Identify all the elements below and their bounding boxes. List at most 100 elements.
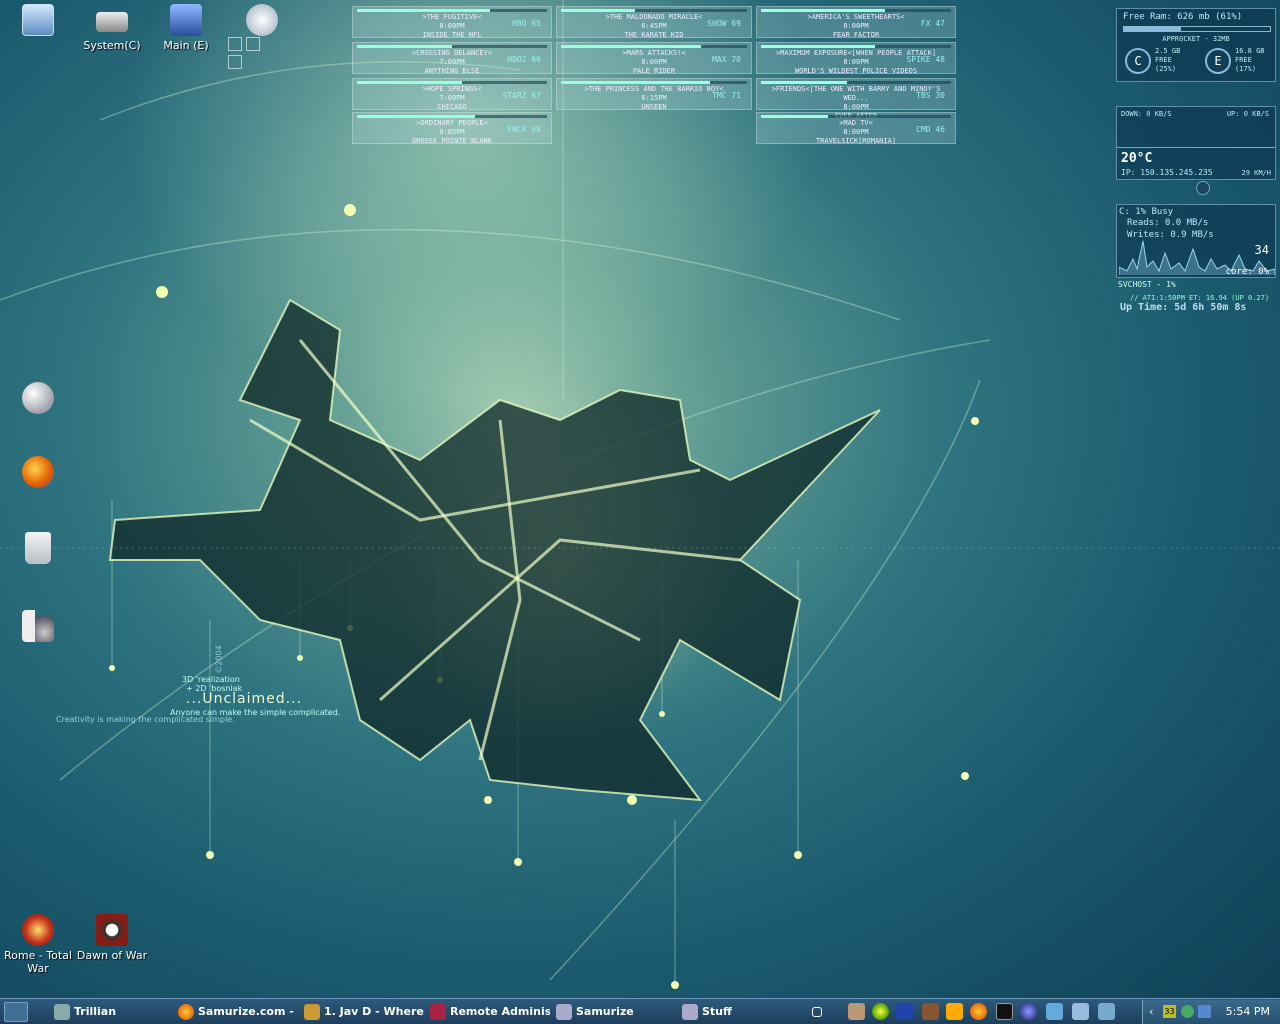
drive-e-info: 16.8 GB FREE (17%) bbox=[1235, 47, 1265, 73]
tools-icon[interactable] bbox=[1072, 1003, 1089, 1020]
wrench-icon[interactable] bbox=[1098, 1003, 1115, 1020]
knob-icon bbox=[1196, 181, 1210, 195]
my-computer-icon[interactable] bbox=[0, 4, 76, 39]
runner-icon[interactable] bbox=[946, 1003, 963, 1020]
dawn-label: Dawn of War bbox=[76, 949, 148, 962]
taskbar-item-samurize-site[interactable]: Samurize.com - ... bbox=[176, 1002, 298, 1022]
firefox-icon[interactable] bbox=[0, 456, 76, 491]
start-button[interactable] bbox=[4, 1002, 28, 1022]
cpu-disk-monitor: C: 1% Busy Reads: 0.0 MB/s Writes: 0.9 M… bbox=[1116, 204, 1276, 278]
core-usage: core: 0% bbox=[1225, 267, 1269, 277]
tv-guide-entry[interactable]: >AMERICA'S SWEETHEARTS< 8:00PM FEAR FACTOR… bbox=[756, 6, 956, 39]
rome-label: Rome - Total War bbox=[3, 949, 72, 975]
tv-guide-entry[interactable]: >THE FUGITIVE< 8:00PM INSIDE THE NFL HBO 6… bbox=[352, 6, 552, 39]
skull-icon bbox=[96, 914, 128, 946]
tv-guide-entry[interactable]: >CROSSING DELANCEY< 7:00PM ANYTHING ELSE H… bbox=[352, 42, 552, 75]
taskbar-item-winamp[interactable]: 1. Jav D - Where... bbox=[302, 1002, 424, 1022]
main-e-label: Main (E) bbox=[163, 39, 209, 52]
word-icon[interactable] bbox=[896, 1003, 913, 1020]
rome-total-war-icon[interactable]: Rome - Total War bbox=[0, 914, 76, 975]
trash-icon bbox=[25, 532, 51, 564]
taskbar-item-trillian[interactable]: Trillian bbox=[52, 1002, 170, 1022]
wallpaper-title: ...Unclaimed... bbox=[186, 691, 303, 707]
winamp-icon bbox=[304, 1004, 320, 1020]
network-monitor: DOWN: 0 KB/S UP: 0 KB/S 20°C IP: 150.135… bbox=[1116, 106, 1276, 180]
hard-drive-icon bbox=[96, 12, 128, 32]
upload-rate: UP: 0 KB/S bbox=[1226, 110, 1269, 118]
mail-icon[interactable] bbox=[224, 4, 300, 39]
firefox-icon[interactable] bbox=[970, 1003, 987, 1020]
dawn-of-war-icon[interactable]: Dawn of War bbox=[74, 914, 150, 962]
tv-guide-entry[interactable]: >THE MALDONADO MIRACLE< 6:45PM THE KARATE … bbox=[556, 6, 752, 39]
globe-icon bbox=[22, 382, 54, 414]
download-rate: DOWN: 0 KB/S bbox=[1121, 110, 1172, 118]
network-icon[interactable] bbox=[1046, 1003, 1063, 1020]
tv-guide-entry[interactable]: >THE PRINCESS AND THE BARRIO BOY< 6:15PM U… bbox=[556, 78, 752, 111]
clock[interactable]: 5:54 PM bbox=[1226, 1005, 1270, 1018]
server-icon bbox=[22, 610, 54, 642]
earth-icon[interactable] bbox=[1020, 1003, 1037, 1020]
desktop-wallpaper: ...Unclaimed... Anyone can make the simp… bbox=[0, 0, 1280, 1024]
wallpaper-year: ©2004 bbox=[214, 645, 224, 674]
book-icon[interactable] bbox=[922, 1003, 939, 1020]
ram-drive-monitor: Free Ram: 626 mb (61%) APPROCKET - 32MB … bbox=[1116, 8, 1276, 82]
smiley-icon[interactable] bbox=[872, 1003, 889, 1020]
folder-icon bbox=[682, 1004, 698, 1020]
tv-guide-entry[interactable]: >ORDINARY PEOPLE< 8:05PM GROSSE POINTE BLA… bbox=[352, 112, 552, 145]
network-globe-icon[interactable] bbox=[0, 382, 76, 417]
free-ram-text: Free Ram: 626 mb (61%) bbox=[1123, 12, 1243, 22]
command-prompt-icon[interactable] bbox=[996, 1003, 1013, 1020]
wallpaper-tagline2: Creativity is making the complicated sim… bbox=[56, 715, 235, 724]
wind-speed: 29 KM/H bbox=[1241, 169, 1271, 177]
empty-slot-icon[interactable] bbox=[228, 55, 242, 69]
ram-bar bbox=[1123, 26, 1271, 32]
empty-slot-icon[interactable] bbox=[246, 37, 260, 51]
system-c-drive-icon[interactable]: System(C) bbox=[74, 4, 150, 52]
remote-admin-icon bbox=[430, 1004, 446, 1020]
cpu-busy: C: 1% Busy bbox=[1119, 207, 1174, 217]
trillian-icon bbox=[54, 1004, 70, 1020]
drive-e-gauge: E bbox=[1205, 48, 1231, 74]
disk-reads: Reads: 0.0 MB/s bbox=[1127, 218, 1209, 228]
temperature: 20°C bbox=[1121, 151, 1153, 166]
system-tray: ‹ 33 5:54 PM bbox=[1142, 1000, 1280, 1024]
empty-slot-icon[interactable] bbox=[228, 37, 242, 51]
wallpaper-credit2: + 2D 'bosniak bbox=[186, 684, 243, 693]
taskbar: Trillian Samurize.com - ... 1. Jav D - W… bbox=[0, 998, 1280, 1024]
tv-guide-entry[interactable]: >FRIENDS<[THE ONE WITH BARRY AND MINDY'S… bbox=[756, 78, 956, 120]
wallpaper-artwork bbox=[0, 0, 1280, 989]
monitor-icon bbox=[22, 4, 54, 36]
tray-network-icon[interactable] bbox=[1198, 1005, 1211, 1018]
taskbar-item-stuff[interactable]: Stuff bbox=[680, 1002, 802, 1022]
book-drive-icon bbox=[170, 4, 202, 36]
cpu-number: 34 bbox=[1254, 243, 1269, 257]
main-e-drive-icon[interactable]: Main (E) bbox=[148, 4, 224, 52]
tv-guide-entry[interactable]: >MARS ATTACKS!< 8:00PM PALE RIDER MAX 70 bbox=[556, 42, 752, 75]
stock-ticker: // ATI:1:50PM ET: 16.94 (UP 0.27) bbox=[1130, 294, 1270, 302]
top-process: APPROCKET - 32MB bbox=[1162, 35, 1230, 43]
ip-address: IP: 150.135.245.235 bbox=[1121, 168, 1213, 177]
lock-icon[interactable] bbox=[848, 1003, 865, 1020]
taskbar-item-samurize[interactable]: Samurize bbox=[554, 1002, 676, 1022]
network-computer-icon[interactable] bbox=[0, 610, 76, 645]
tv-guide-entry[interactable]: >HOPE SPRINGS< 7:00PM CHICAGO STARZ 67 bbox=[352, 78, 552, 111]
tray-badge-icon[interactable]: 33 bbox=[1163, 1005, 1176, 1018]
recycle-bin-icon[interactable] bbox=[0, 532, 76, 567]
system-c-label: System(C) bbox=[83, 39, 141, 52]
taskbar-item-remote-admin[interactable]: Remote Administ... bbox=[428, 1002, 550, 1022]
svchost-usage: SVCHOST - 1% bbox=[1118, 280, 1176, 289]
firefox-icon bbox=[178, 1004, 194, 1020]
drive-c-info: 2.5 GB FREE (25%) bbox=[1155, 47, 1181, 73]
tv-guide-entry[interactable]: >MAXIMUM EXPOSURE<[WHEN PEOPLE ATTACK] 8:… bbox=[756, 42, 956, 75]
tv-guide-entry[interactable]: >MAD TV< 8:00PM TRAVELSICK[ROMANIA] CMD 46 bbox=[756, 112, 956, 145]
rome-logo-icon bbox=[22, 914, 54, 946]
show-desktop-icon[interactable] bbox=[812, 1007, 822, 1017]
tray-expand-icon[interactable]: ‹ bbox=[1149, 1005, 1153, 1018]
drive-c-gauge: C bbox=[1125, 48, 1151, 74]
tray-trillian-icon[interactable] bbox=[1181, 1005, 1194, 1018]
firefox-logo-icon bbox=[22, 456, 54, 488]
envelope-icon bbox=[246, 4, 278, 36]
samurize-icon bbox=[556, 1004, 572, 1020]
wallpaper-credit1: 3D 'realization bbox=[182, 675, 240, 684]
divider bbox=[1117, 147, 1275, 148]
